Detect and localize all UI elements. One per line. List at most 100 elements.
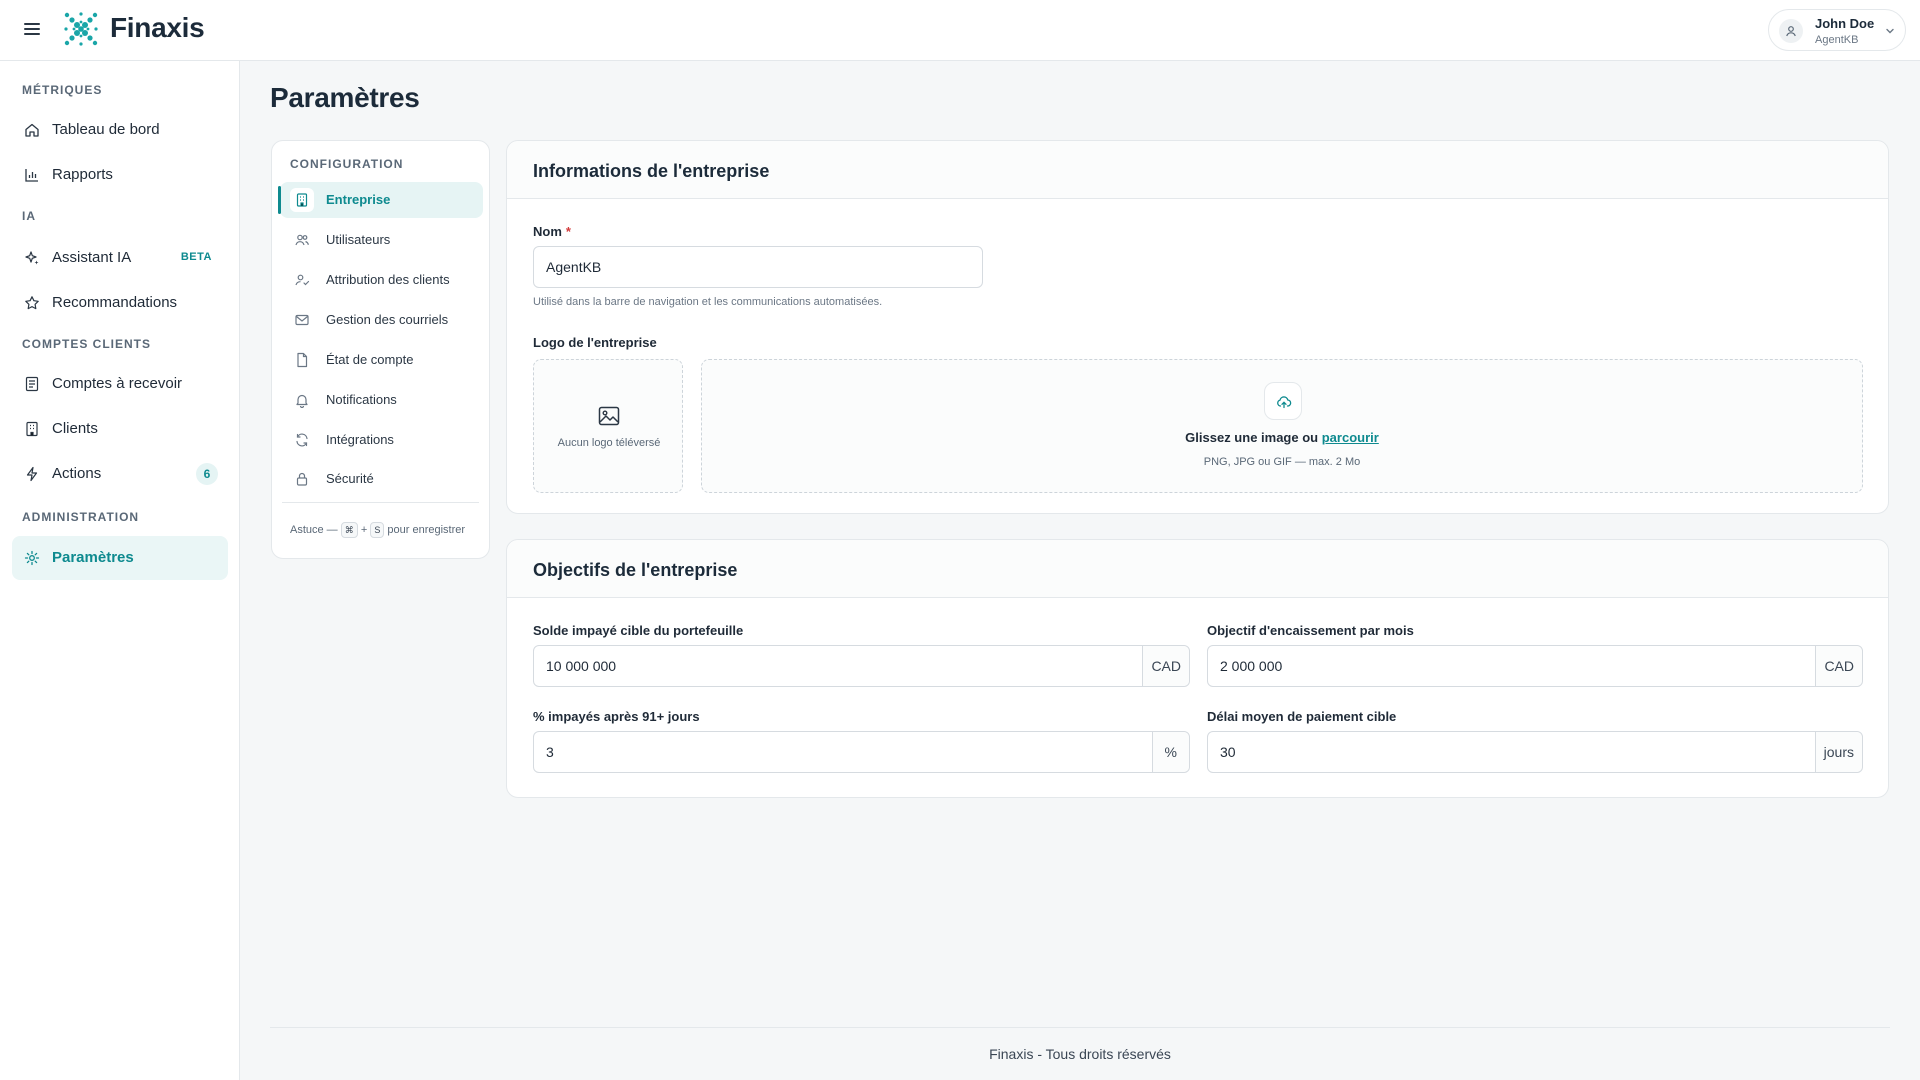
keyboard-tip: Astuce — ⌘ + S pour enregistrer [290,522,465,538]
target-balance-value: 10 000 000 [546,658,617,674]
refresh-icon [294,432,310,448]
sidebar-item-label: Paramètres [52,549,134,566]
drop-instruction: Glissez une image ou [1185,430,1319,445]
target-balance-input[interactable]: 10 000 000 CAD [533,645,1190,687]
tip-prefix: Astuce — [290,523,338,536]
company-name-value: AgentKB [546,259,602,275]
bell-icon [294,392,310,408]
payment-delay-input[interactable]: 30 jours [1207,731,1863,773]
company-objectives-card: Objectifs de l'entreprise Solde impayé c… [506,539,1889,798]
monthly-collection-value: 2 000 000 [1220,658,1283,674]
settings-nav-label: Utilisateurs [326,232,391,247]
sidebar-item-label: Actions [52,465,102,482]
mail-icon [294,312,310,328]
user-icon [1786,26,1796,37]
monthly-collection-input[interactable]: 2 000 000 CAD [1207,645,1863,687]
company-name-input[interactable]: AgentKB [533,246,983,288]
dropzone-hint: PNG, JPG ou GIF — max. 2 Mo [1203,456,1361,468]
users-icon [294,232,310,248]
sidebar-item-reports[interactable]: Rapports [12,155,228,195]
bar-chart-icon [24,167,40,183]
lock-icon [294,471,310,487]
sidebar-item-receivables[interactable]: Comptes à recevoir [12,364,228,404]
building-icon [290,188,314,212]
settings-nav-label: Gestion des courriels [326,312,449,327]
top-header: Finaxis John Doe AgentKB [0,0,1920,61]
percent-unit: % [1151,732,1189,772]
gear-icon [24,550,40,566]
settings-nav-email-management[interactable]: Gestion des courriels [280,302,483,338]
overdue-91-label: % impayés après 91+ jours [533,709,700,724]
actions-count-badge: 6 [196,463,218,485]
avatar [1779,19,1803,43]
settings-nav-label: Attribution des clients [326,272,450,287]
browse-link[interactable]: parcourir [1322,430,1379,445]
sidebar-item-ai-assistant[interactable]: Assistant IA BETA [12,238,228,278]
name-field-label: Nom * [533,224,571,239]
overdue-91-input[interactable]: 3 % [533,731,1190,773]
card-header: Informations de l'entreprise [507,141,1888,199]
settings-nav-label: État de compte [326,352,414,367]
dropzone-text: Glissez une image ou parcourir [702,430,1862,445]
receipt-icon [24,376,40,392]
no-logo-text: Aucun logo téléversé [557,437,661,449]
settings-nav-users[interactable]: Utilisateurs [280,222,483,258]
image-icon [598,406,620,426]
logo-preview: Aucun logo téléversé [533,359,683,493]
sidebar-section-client-accounts: COMPTES CLIENTS [22,337,152,351]
target-balance-label: Solde impayé cible du portefeuille [533,623,744,638]
sidebar-item-settings[interactable]: Paramètres [12,536,228,580]
sidebar-item-clients[interactable]: Clients [12,409,228,449]
upload-cloud-icon [1264,382,1302,420]
cmd-key: ⌘ [340,522,358,538]
name-help-text: Utilisé dans la barre de navigation et l… [533,296,883,308]
settings-nav-notifications[interactable]: Notifications [280,382,483,418]
logo-dropzone[interactable]: Glissez une image ou parcourir PNG, JPG … [701,359,1863,493]
settings-nav-account-statement[interactable]: État de compte [280,342,483,378]
settings-nav-label: Entreprise [326,192,391,207]
page-title: Paramètres [270,82,420,113]
settings-nav-label: Sécurité [326,471,374,486]
tip-plus: + [360,523,368,536]
sidebar-section-ai: IA [22,209,36,223]
home-icon [24,122,40,138]
sidebar-item-actions[interactable]: Actions 6 [12,454,228,494]
sidebar-item-dashboard[interactable]: Tableau de bord [12,110,228,150]
objectives-title: Objectifs de l'entreprise [533,560,738,580]
footer-divider [270,1027,1890,1028]
days-unit: jours [1814,732,1862,772]
sidebar: MÉTRIQUES Tableau de bord Rapports IA As… [0,61,240,1080]
currency-unit: CAD [1815,646,1862,686]
sidebar-section-administration: ADMINISTRATION [22,510,140,524]
payment-delay-label: Délai moyen de paiement cible [1207,709,1397,724]
company-info-title: Informations de l'entreprise [533,161,770,181]
brand-name: Finaxis [110,12,205,43]
overdue-91-value: 3 [546,744,554,760]
finaxis-logo-icon [62,10,100,48]
sidebar-section-metrics: MÉTRIQUES [22,83,103,97]
settings-nav-integrations[interactable]: Intégrations [280,422,483,458]
user-menu-button[interactable]: John Doe AgentKB [1768,9,1906,51]
settings-nav-card: CONFIGURATION Entreprise Utilisateurs At… [271,140,490,559]
lightning-icon [24,466,40,482]
user-organization: AgentKB [1815,34,1859,46]
settings-nav-company[interactable]: Entreprise [278,182,483,218]
settings-nav-label: Intégrations [326,432,394,447]
payment-delay-value: 30 [1220,744,1236,760]
company-info-card: Informations de l'entreprise Nom * AgentK… [506,140,1889,514]
settings-nav-title: CONFIGURATION [290,157,404,171]
currency-unit: CAD [1142,646,1189,686]
beta-badge: BETA [180,251,212,263]
settings-nav-label: Notifications [326,392,397,407]
required-mark: * [565,224,571,239]
sidebar-item-label: Rapports [52,166,113,183]
hamburger-menu-icon[interactable] [22,18,42,40]
name-label-text: Nom [533,224,562,239]
sidebar-item-recommendations[interactable]: Recommandations [12,283,228,323]
settings-nav-security[interactable]: Sécurité [280,461,483,497]
divider [282,502,479,503]
monthly-collection-label: Objectif d'encaissement par mois [1207,623,1414,638]
user-name: John Doe [1815,16,1875,31]
settings-nav-client-assignment[interactable]: Attribution des clients [280,262,483,298]
card-header: Objectifs de l'entreprise [507,540,1888,598]
